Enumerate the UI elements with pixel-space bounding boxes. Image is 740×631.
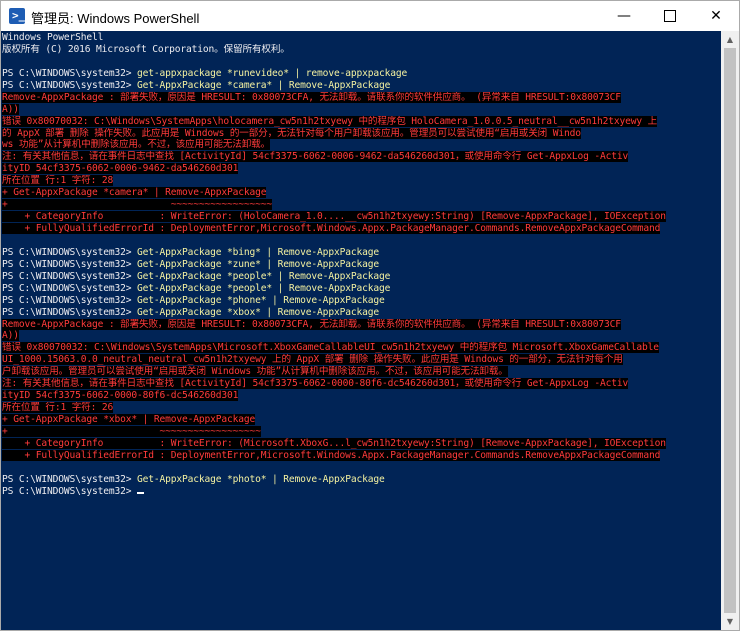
error-text: 注: 有关其他信息，请在事件日志中查找 [ActivityId] 54cf337… bbox=[2, 378, 629, 390]
command-text: Get-AppxPackage *people* | Remove-AppxPa… bbox=[137, 282, 391, 294]
output-text: PS C:\WINDOWS\system32> bbox=[2, 79, 138, 91]
error-text: UI_1000.15063.0.0_neutral_neutral_cw5n1h… bbox=[2, 354, 623, 366]
output-text: PS C:\WINDOWS\system32> bbox=[2, 306, 138, 318]
console-line: 的 AppX 部署 删除 操作失败。此应用是 Windows 的一部分，无法针对… bbox=[2, 127, 718, 140]
console-line: Windows PowerShell bbox=[2, 32, 718, 44]
output-text: PS C:\WINDOWS\system32> bbox=[2, 258, 138, 270]
error-text: ityID 54cf3375-6062-0000-80f6-dc546260d3… bbox=[2, 390, 239, 402]
console-line: + Get-AppxPackage *xbox* | Remove-AppxPa… bbox=[2, 414, 718, 426]
console-line: 所在位置 行:1 字符: 28 bbox=[2, 175, 718, 187]
text-cursor bbox=[137, 491, 145, 494]
command-text: get-appxpackage *runevideo* | remove-app… bbox=[137, 67, 408, 79]
console-line: PS C:\WINDOWS\system32> Get-AppxPackage … bbox=[2, 247, 718, 259]
command-text: Get-AppxPackage *phone* | Remove-AppxPac… bbox=[137, 294, 385, 306]
command-text: Get-AppxPackage *photo* | Remove-AppxPac… bbox=[137, 473, 385, 485]
console-line: PS C:\WINDOWS\system32> Get-AppxPackage … bbox=[2, 259, 718, 271]
output-text: 版权所有 (C) 2016 Microsoft Corporation。保留所有… bbox=[2, 43, 290, 55]
error-text: A)) bbox=[2, 103, 19, 115]
console-line: 错误 0x80070032: C:\Windows\SystemApps\Mic… bbox=[2, 342, 718, 354]
output-text: PS C:\WINDOWS\system32> bbox=[2, 473, 138, 485]
error-text: + FullyQualifiedErrorId : DeploymentErro… bbox=[2, 223, 661, 234]
output-text: Windows PowerShell bbox=[2, 32, 104, 43]
maximize-icon bbox=[664, 10, 676, 22]
console-line: Remove-AppxPackage : 部署失败，原因是 HRESULT: 0… bbox=[2, 91, 718, 104]
vertical-scrollbar[interactable]: ▲ ▼ bbox=[721, 31, 739, 630]
output-text: PS C:\WINDOWS\system32> bbox=[2, 270, 138, 282]
error-text: + ~~~~~~~~~~~~~~~~~~ bbox=[2, 425, 261, 437]
console-line: PS C:\WINDOWS\system32> Get-AppxPackage … bbox=[2, 307, 718, 319]
console-line: + Get-AppxPackage *camera* | Remove-Appx… bbox=[2, 187, 718, 199]
console-line: A)) bbox=[2, 103, 718, 116]
output-text: PS C:\WINDOWS\system32> bbox=[2, 246, 138, 258]
console-output[interactable]: Windows PowerShell 版权所有 (C) 2016 Microsof… bbox=[1, 31, 721, 630]
scroll-up-icon[interactable]: ▲ bbox=[721, 31, 739, 48]
console-line: + CategoryInfo : WriteError: (Microsoft.… bbox=[2, 437, 718, 450]
window-title: 管理员: Windows PowerShell bbox=[31, 11, 200, 26]
error-text: 的 AppX 部署 删除 操作失败。此应用是 Windows 的一部分，无法针对… bbox=[2, 127, 581, 139]
powershell-window: >_ 管理员: Windows PowerShell — ✕ Windows P… bbox=[0, 0, 740, 631]
output-text: PS C:\WINDOWS\system32> bbox=[2, 67, 138, 79]
error-text: + CategoryInfo : WriteError: (HoloCamera… bbox=[2, 211, 666, 223]
console-line: + ~~~~~~~~~~~~~~~~~~ bbox=[2, 199, 718, 211]
console-line: + FullyQualifiedErrorId : DeploymentErro… bbox=[2, 223, 718, 235]
console-line: 户卸载该应用。管理员可以尝试使用“启用或关闭 Windows 功能”从计算机中删… bbox=[2, 366, 718, 378]
console-line: PS C:\WINDOWS\system32> get-appxpackage … bbox=[2, 68, 718, 80]
console-line: UI_1000.15063.0.0_neutral_neutral_cw5n1h… bbox=[2, 354, 718, 366]
console-line: PS C:\WINDOWS\system32> bbox=[2, 486, 718, 498]
console-line: + ~~~~~~~~~~~~~~~~~~ bbox=[2, 425, 718, 438]
console-line: 注: 有关其他信息，请在事件日志中查找 [ActivityId] 54cf337… bbox=[2, 151, 718, 163]
error-text: ityID 54cf3375-6062-0006-9462-da546260d3… bbox=[2, 163, 239, 175]
console-lines: Windows PowerShell 版权所有 (C) 2016 Microsof… bbox=[2, 32, 718, 498]
error-text: + FullyQualifiedErrorId : DeploymentErro… bbox=[2, 449, 661, 461]
command-text: Get-AppxPackage *xbox* | Remove-AppxPack… bbox=[137, 306, 379, 318]
console-line: ityID 54cf3375-6062-0006-9462-da546260d3… bbox=[2, 163, 718, 175]
console-line: Remove-AppxPackage : 部署失败，原因是 HRESULT: 0… bbox=[2, 318, 718, 331]
error-text: 所在位置 行:1 字符: 26 bbox=[2, 402, 114, 414]
error-text: 错误 0x80070032: C:\Windows\SystemApps\hol… bbox=[2, 115, 658, 127]
error-text: 所在位置 行:1 字符: 28 bbox=[2, 175, 114, 187]
console-line: 版权所有 (C) 2016 Microsoft Corporation。保留所有… bbox=[2, 44, 718, 56]
powershell-icon[interactable]: >_ bbox=[9, 8, 25, 24]
error-text: A)) bbox=[2, 330, 19, 342]
console-line: 所在位置 行:1 字符: 26 bbox=[2, 402, 718, 414]
error-text: + Get-AppxPackage *xbox* | Remove-AppxPa… bbox=[2, 414, 256, 425]
command-text: Get-AppxPackage *bing* | Remove-AppxPack… bbox=[137, 246, 379, 258]
error-text: 错误 0x80070032: C:\Windows\SystemApps\Mic… bbox=[2, 342, 659, 354]
title-bar[interactable]: >_ 管理员: Windows PowerShell — ✕ bbox=[1, 1, 739, 31]
output-text: PS C:\WINDOWS\system32> bbox=[2, 485, 138, 497]
console-line: ityID 54cf3375-6062-0000-80f6-dc546260d3… bbox=[2, 390, 718, 402]
console-line: ws 功能”从计算机中删除该应用。不过，该应用可能无法卸载。 bbox=[2, 139, 718, 151]
console-line: 错误 0x80070032: C:\Windows\SystemApps\hol… bbox=[2, 115, 718, 128]
console-line: PS C:\WINDOWS\system32> Get-AppxPackage … bbox=[2, 283, 718, 295]
error-text: + CategoryInfo : WriteError: (Microsoft.… bbox=[2, 437, 666, 449]
console-line: PS C:\WINDOWS\system32> Get-AppxPackage … bbox=[2, 271, 718, 283]
error-text: + Get-AppxPackage *camera* | Remove-Appx… bbox=[2, 187, 267, 199]
console-line: A)) bbox=[2, 330, 718, 342]
error-text: ws 功能”从计算机中删除该应用。不过，该应用可能无法卸载。 bbox=[2, 139, 271, 151]
scroll-down-icon[interactable]: ▼ bbox=[721, 613, 739, 630]
maximize-button[interactable] bbox=[647, 1, 693, 31]
close-button[interactable]: ✕ bbox=[693, 1, 739, 31]
scroll-thumb[interactable] bbox=[724, 48, 736, 613]
command-text: Get-AppxPackage *people* | Remove-AppxPa… bbox=[137, 270, 391, 282]
command-text: Get-AppxPackage *zune* | Remove-AppxPack… bbox=[137, 258, 379, 270]
output-text: PS C:\WINDOWS\system32> bbox=[2, 282, 138, 294]
console-line: + FullyQualifiedErrorId : DeploymentErro… bbox=[2, 449, 718, 462]
console-line: 注: 有关其他信息，请在事件日志中查找 [ActivityId] 54cf337… bbox=[2, 378, 718, 390]
minimize-button[interactable]: — bbox=[601, 1, 647, 31]
console-line: PS C:\WINDOWS\system32> Get-AppxPackage … bbox=[2, 80, 718, 92]
error-text: Remove-AppxPackage : 部署失败，原因是 HRESULT: 0… bbox=[2, 91, 621, 103]
error-text: 注: 有关其他信息，请在事件日志中查找 [ActivityId] 54cf337… bbox=[2, 151, 629, 163]
command-text: Get-AppxPackage *camera* | Remove-AppxPa… bbox=[137, 79, 391, 91]
console-line: + CategoryInfo : WriteError: (HoloCamera… bbox=[2, 211, 718, 223]
output-text: PS C:\WINDOWS\system32> bbox=[2, 294, 138, 306]
console-line: PS C:\WINDOWS\system32> Get-AppxPackage … bbox=[2, 474, 718, 486]
error-text: + ~~~~~~~~~~~~~~~~~~ bbox=[2, 199, 273, 211]
error-text: Remove-AppxPackage : 部署失败，原因是 HRESULT: 0… bbox=[2, 318, 621, 330]
error-text: 户卸载该应用。管理员可以尝试使用“启用或关闭 Windows 功能”从计算机中删… bbox=[2, 366, 508, 378]
console-line: PS C:\WINDOWS\system32> Get-AppxPackage … bbox=[2, 295, 718, 307]
